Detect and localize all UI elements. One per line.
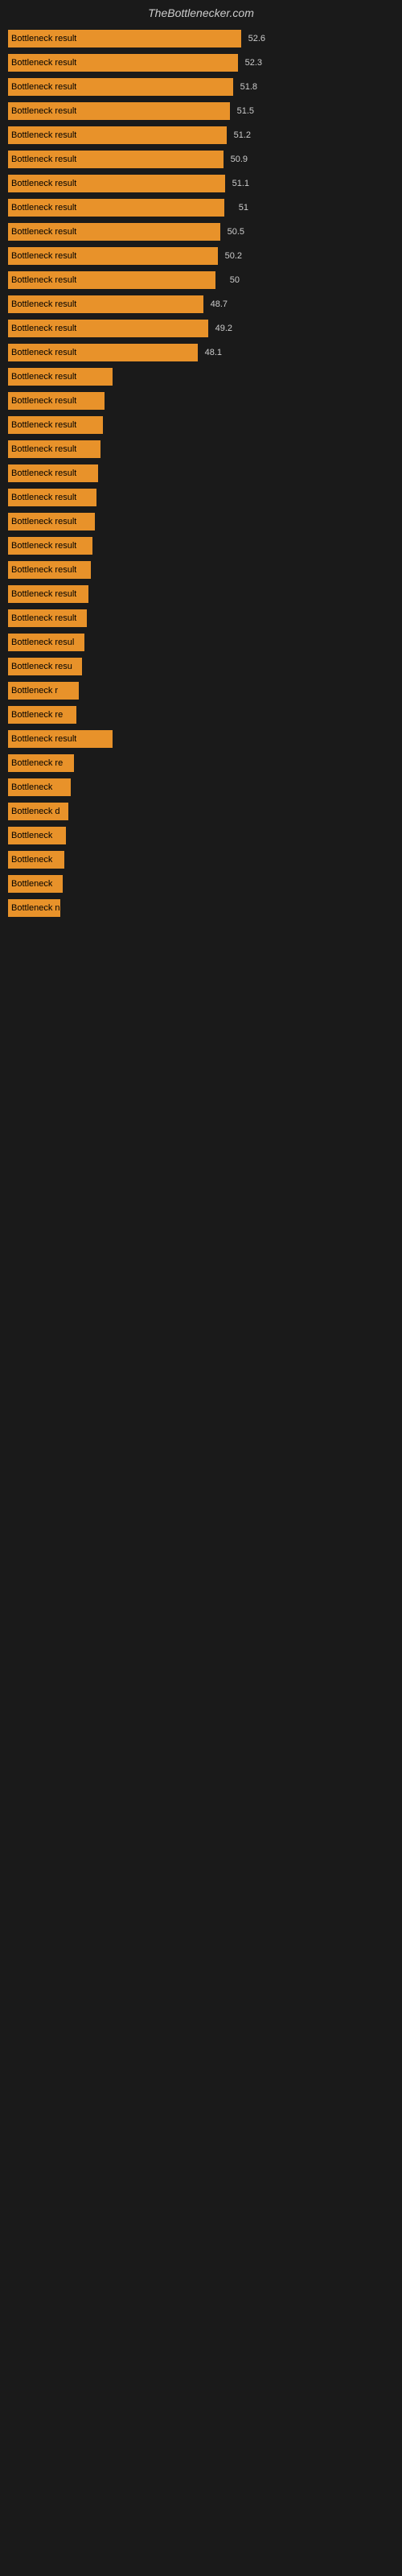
bar-row: Bottleneck resul <box>8 631 394 654</box>
bar-row: Bottleneck <box>8 873 394 895</box>
bar-row: Bottleneck result 48.1 <box>8 341 394 364</box>
bar-row: Bottleneck result <box>8 414 394 436</box>
bar-row: Bottleneck result <box>8 462 394 485</box>
bar-row: Bottleneck result 51.2 <box>8 124 394 147</box>
bar-value: 49.2 <box>215 324 232 333</box>
bar-row: Bottleneck result 52.3 <box>8 52 394 74</box>
bar-row: Bottleneck result 50 <box>8 269 394 291</box>
bar-row: Bottleneck re <box>8 704 394 726</box>
bar-value: 48.1 <box>205 348 222 357</box>
header: TheBottlenecker.com <box>0 0 402 24</box>
bar-label: Bottleneck result <box>8 589 76 599</box>
bar-row: Bottleneck result 51.5 <box>8 100 394 122</box>
bar-row: Bottleneck result <box>8 390 394 412</box>
bar-label: Bottleneck result <box>8 82 76 92</box>
bar-label: Bottleneck result <box>8 203 76 213</box>
bar-row: Bottleneck result 50.9 <box>8 148 394 171</box>
site-title: TheBottlenecker.com <box>148 6 254 19</box>
bar-row: Bottleneck result <box>8 535 394 557</box>
bar-label: Bottleneck <box>8 831 52 840</box>
bar-row: Bottleneck result <box>8 728 394 750</box>
bar-row: Bottleneck n <box>8 897 394 919</box>
bar-row: Bottleneck result 50.5 <box>8 221 394 243</box>
bar-label: Bottleneck result <box>8 565 76 575</box>
bar-row: Bottleneck <box>8 824 394 847</box>
bar-row: Bottleneck result 48.7 <box>8 293 394 316</box>
bar-value: 51 <box>239 203 248 213</box>
bar-row: Bottleneck re <box>8 752 394 774</box>
bar-label: Bottleneck re <box>8 758 63 768</box>
bar-row: Bottleneck r <box>8 679 394 702</box>
bar-value: 50.9 <box>231 155 248 164</box>
bar-label: Bottleneck result <box>8 130 76 140</box>
bar-row: Bottleneck <box>8 776 394 799</box>
bar-label: Bottleneck <box>8 855 52 865</box>
bar-label: Bottleneck result <box>8 58 76 68</box>
bar-row: Bottleneck result <box>8 365 394 388</box>
bar-value: 51.5 <box>237 106 254 116</box>
bar-row: Bottleneck result <box>8 510 394 533</box>
bar-value: 48.7 <box>211 299 228 309</box>
bar-label: Bottleneck n <box>8 903 60 913</box>
bar-label: Bottleneck result <box>8 275 76 285</box>
bar-label: Bottleneck <box>8 879 52 889</box>
bar-value: 52.3 <box>245 58 262 68</box>
bar-value: 50.5 <box>228 227 244 237</box>
bar-value: 51.8 <box>240 82 257 92</box>
bar-label: Bottleneck result <box>8 106 76 116</box>
bar-label: Bottleneck result <box>8 493 76 502</box>
bar-label: Bottleneck result <box>8 227 76 237</box>
bar-label: Bottleneck re <box>8 710 63 720</box>
bar-label: Bottleneck <box>8 782 52 792</box>
bar-row: Bottleneck result 51 <box>8 196 394 219</box>
bar-label: Bottleneck result <box>8 396 76 406</box>
bar-label: Bottleneck result <box>8 444 76 454</box>
chart-container: Bottleneck result 52.6 Bottleneck result 52… <box>0 24 402 924</box>
bar-row: Bottleneck result <box>8 559 394 581</box>
bar-label: Bottleneck result <box>8 179 76 188</box>
bar-row: Bottleneck result 49.2 <box>8 317 394 340</box>
bar-row: Bottleneck result 50.2 <box>8 245 394 267</box>
bar-label: Bottleneck result <box>8 420 76 430</box>
bar-row: Bottleneck result <box>8 583 394 605</box>
bar-label: Bottleneck result <box>8 324 76 333</box>
bar-label: Bottleneck result <box>8 517 76 526</box>
bar-row: Bottleneck <box>8 848 394 871</box>
bar-label: Bottleneck result <box>8 734 76 744</box>
bar-row: Bottleneck result <box>8 486 394 509</box>
bar-label: Bottleneck r <box>8 686 58 696</box>
bar-label: Bottleneck result <box>8 541 76 551</box>
bar-row: Bottleneck result 52.6 <box>8 27 394 50</box>
bar-label: Bottleneck result <box>8 372 76 382</box>
bar-row: Bottleneck result 51.1 <box>8 172 394 195</box>
bar-label: Bottleneck result <box>8 251 76 261</box>
bar-row: Bottleneck result <box>8 438 394 460</box>
bar-label: Bottleneck result <box>8 469 76 478</box>
bar-row: Bottleneck result <box>8 607 394 630</box>
bar-value: 50.2 <box>225 251 242 261</box>
bar-row: Bottleneck resu <box>8 655 394 678</box>
bar-label: Bottleneck result <box>8 613 76 623</box>
bar-value: 52.6 <box>248 34 265 43</box>
bar-label: Bottleneck result <box>8 34 76 43</box>
bar-label: Bottleneck resu <box>8 662 72 671</box>
bar-value: 51.2 <box>234 130 251 140</box>
bar-row: Bottleneck result 51.8 <box>8 76 394 98</box>
bar-value: 51.1 <box>232 179 249 188</box>
bar-row: Bottleneck d <box>8 800 394 823</box>
bar-value: 50 <box>230 275 240 285</box>
bar-label: Bottleneck resul <box>8 638 74 647</box>
bar-label: Bottleneck result <box>8 299 76 309</box>
bar-label: Bottleneck result <box>8 155 76 164</box>
bar-label: Bottleneck result <box>8 348 76 357</box>
bar-label: Bottleneck d <box>8 807 60 816</box>
